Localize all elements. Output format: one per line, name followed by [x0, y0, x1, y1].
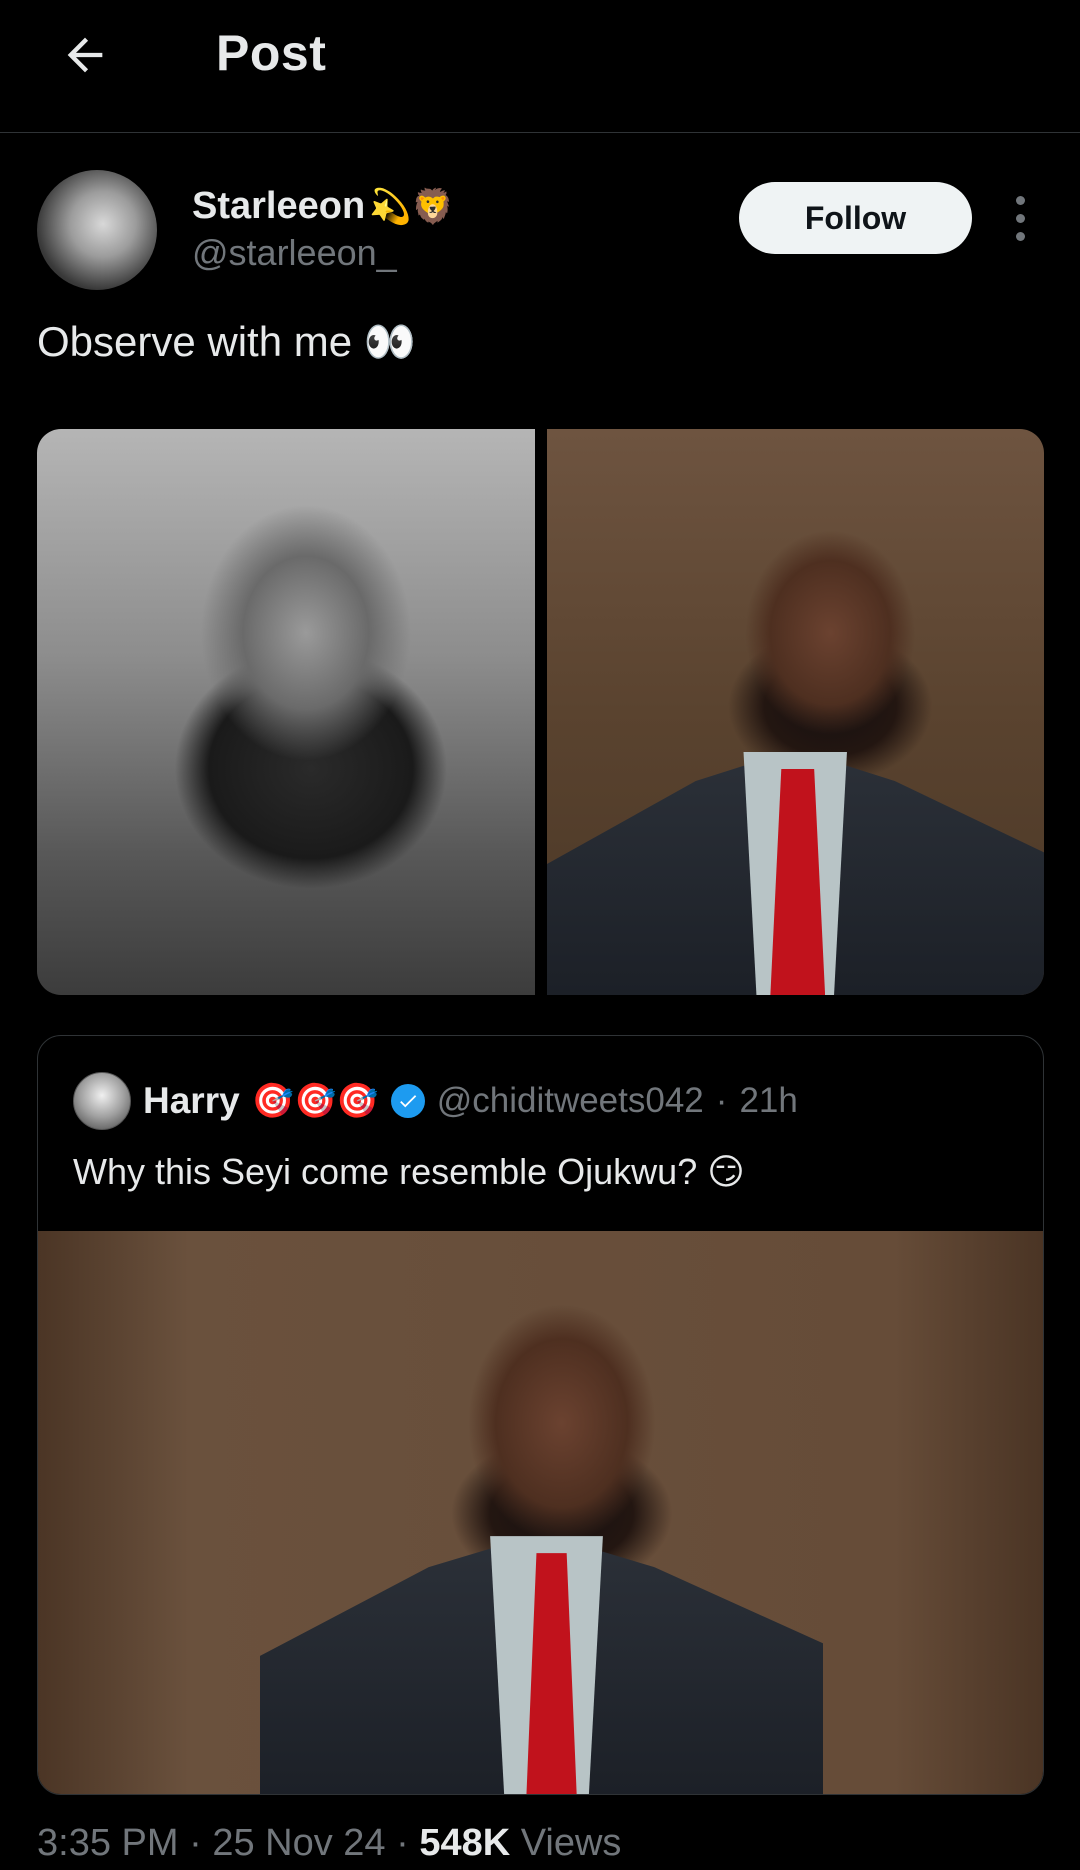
author-handle[interactable]: @starleeon_	[192, 232, 397, 274]
quoted-author-avatar	[73, 1072, 131, 1130]
meta-separator: ·	[189, 1822, 202, 1864]
more-dot-icon	[1015, 213, 1025, 223]
quoted-time-ago: 21h	[739, 1081, 798, 1120]
author-avatar[interactable]	[37, 170, 157, 290]
verified-badge-icon	[390, 1084, 425, 1118]
post-time: 3:35 PM	[37, 1822, 179, 1864]
post-meta-line: 3:35 PM · 25 Nov 24 · 548K Views	[37, 1822, 621, 1865]
views-count[interactable]: 548K	[419, 1822, 510, 1864]
views-label[interactable]: Views	[521, 1822, 622, 1864]
quoted-post-card[interactable]: Harry 🎯🎯🎯 @chiditweets042 · 21h Why this…	[37, 1035, 1044, 1795]
post-date: 25 Nov 24	[212, 1822, 386, 1864]
author-name-text: Starleeon	[192, 185, 366, 227]
post-text: Observe with me 👀	[37, 318, 417, 365]
top-app-bar: Post	[0, 0, 1080, 133]
author-display-name[interactable]: Starleeon 💫🦁	[192, 185, 454, 228]
more-dot-icon	[1015, 231, 1025, 241]
page-title: Post	[216, 25, 327, 81]
quoted-author-emojis: 🎯🎯🎯	[251, 1082, 379, 1120]
post-photo-right[interactable]	[546, 429, 1044, 995]
arrow-left-icon	[67, 37, 103, 73]
post-photo-left[interactable]	[37, 429, 535, 995]
follow-button[interactable]: Follow	[739, 182, 972, 254]
post-media-grid	[37, 429, 1044, 995]
more-options-button[interactable]	[1000, 188, 1040, 248]
more-dot-icon	[1015, 195, 1025, 205]
quoted-post-text: Why this Seyi come resemble Ojukwu? 😏	[73, 1151, 745, 1192]
quoted-separator: ·	[715, 1081, 728, 1120]
post-page: Post Starleeon 💫🦁 @starleeon_ Follow Obs…	[0, 0, 1080, 1870]
quoted-author-name: Harry	[143, 1080, 240, 1121]
back-button[interactable]	[50, 20, 120, 90]
quoted-post-header: Harry 🎯🎯🎯 @chiditweets042 · 21h	[73, 1071, 798, 1131]
checkmark-icon	[399, 1095, 416, 1108]
meta-separator: ·	[396, 1822, 409, 1864]
author-name-emojis: 💫🦁	[369, 187, 454, 226]
quoted-author-handle: @chiditweets042	[436, 1081, 704, 1120]
quoted-post-photo[interactable]	[38, 1231, 1043, 1794]
